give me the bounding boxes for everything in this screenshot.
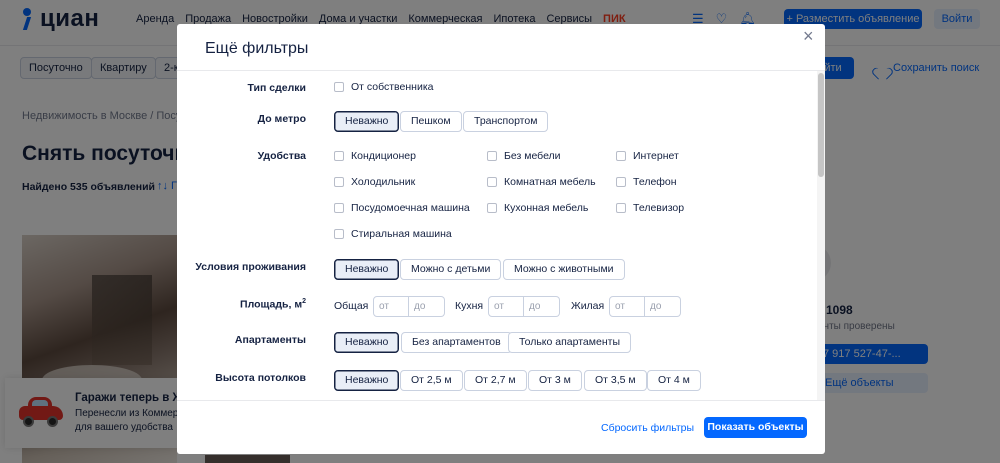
living-option-any[interactable]: Неважно <box>334 259 400 280</box>
apartments-option-only[interactable]: Только апартаменты <box>508 332 631 353</box>
area-living-range: от до <box>609 296 681 317</box>
area-living-to[interactable]: до <box>645 296 681 317</box>
ceiling-option-2-5[interactable]: От 2,5 м <box>400 370 463 391</box>
checkbox-owner[interactable]: От собственника <box>334 81 433 93</box>
checkbox-icon <box>334 177 344 187</box>
area-total-label: Общая <box>334 300 369 312</box>
living-conditions-label: Условия проживания <box>195 261 306 273</box>
checkbox-internet[interactable]: Интернет <box>616 150 679 162</box>
apartments-option-without[interactable]: Без апартаментов <box>401 332 512 353</box>
area-label: Площадь, м2 <box>240 298 306 311</box>
amenities-label: Удобства <box>257 150 306 162</box>
checkbox-icon <box>616 177 626 187</box>
reset-filters-button[interactable]: Сбросить фильтры <box>601 422 694 434</box>
checkbox-fridge[interactable]: Холодильник <box>334 176 415 188</box>
ceiling-option-3-5[interactable]: От 3,5 м <box>584 370 647 391</box>
checkbox-no-furniture[interactable]: Без мебели <box>487 150 561 162</box>
area-kitchen-to[interactable]: до <box>524 296 560 317</box>
checkbox-icon <box>334 203 344 213</box>
checkbox-icon <box>334 229 344 239</box>
checkbox-icon <box>487 177 497 187</box>
metro-option-transport[interactable]: Транспортом <box>463 111 549 132</box>
apartments-label: Апартаменты <box>234 334 306 346</box>
modal-title: Ещё фильтры <box>205 40 309 57</box>
show-objects-button[interactable]: Показать объекты <box>704 417 807 438</box>
ceiling-option-2-7[interactable]: От 2,7 м <box>464 370 527 391</box>
modal-divider-bottom <box>177 400 825 401</box>
area-kitchen-from[interactable]: от <box>488 296 524 317</box>
checkbox-kitchen-furniture[interactable]: Кухонная мебель <box>487 202 588 214</box>
checkbox-icon <box>487 151 497 161</box>
close-icon[interactable]: × <box>803 27 814 45</box>
checkbox-phone[interactable]: Телефон <box>616 176 677 188</box>
more-filters-modal: Ещё фильтры × Тип сделки От собственника… <box>177 24 825 454</box>
scrollbar-thumb[interactable] <box>818 73 824 177</box>
checkbox-washer[interactable]: Стиральная машина <box>334 228 452 240</box>
modal-divider-top <box>177 70 825 71</box>
checkbox-room-furniture[interactable]: Комнатная мебель <box>487 176 596 188</box>
area-living-label: Жилая <box>571 300 605 312</box>
ceiling-option-3[interactable]: От 3 м <box>528 370 582 391</box>
area-total-to[interactable]: до <box>409 296 445 317</box>
modal-scrollbar[interactable] <box>817 71 825 400</box>
metro-option-walk[interactable]: Пешком <box>400 111 462 132</box>
ceiling-option-any[interactable]: Неважно <box>334 370 400 391</box>
area-total-range: от до <box>373 296 445 317</box>
checkbox-icon <box>487 203 497 213</box>
checkbox-icon <box>616 203 626 213</box>
ceiling-option-4[interactable]: От 4 м <box>647 370 701 391</box>
area-total-from[interactable]: от <box>373 296 409 317</box>
living-option-pets[interactable]: Можно с животными <box>503 259 625 280</box>
metro-option-any[interactable]: Неважно <box>334 111 400 132</box>
living-option-children[interactable]: Можно с детьми <box>400 259 502 280</box>
area-living-from[interactable]: от <box>609 296 645 317</box>
checkbox-icon <box>334 151 344 161</box>
checkbox-icon <box>334 82 344 92</box>
deal-type-label: Тип сделки <box>247 82 306 94</box>
checkbox-icon <box>616 151 626 161</box>
checkbox-dishwasher[interactable]: Посудомоечная машина <box>334 202 470 214</box>
metro-label: До метро <box>257 113 306 125</box>
checkbox-tv[interactable]: Телевизор <box>616 202 684 214</box>
area-kitchen-range: от до <box>488 296 560 317</box>
ceiling-label: Высота потолков <box>215 372 306 384</box>
checkbox-conditioner[interactable]: Кондиционер <box>334 150 416 162</box>
apartments-option-any[interactable]: Неважно <box>334 332 400 353</box>
area-kitchen-label: Кухня <box>455 300 484 312</box>
